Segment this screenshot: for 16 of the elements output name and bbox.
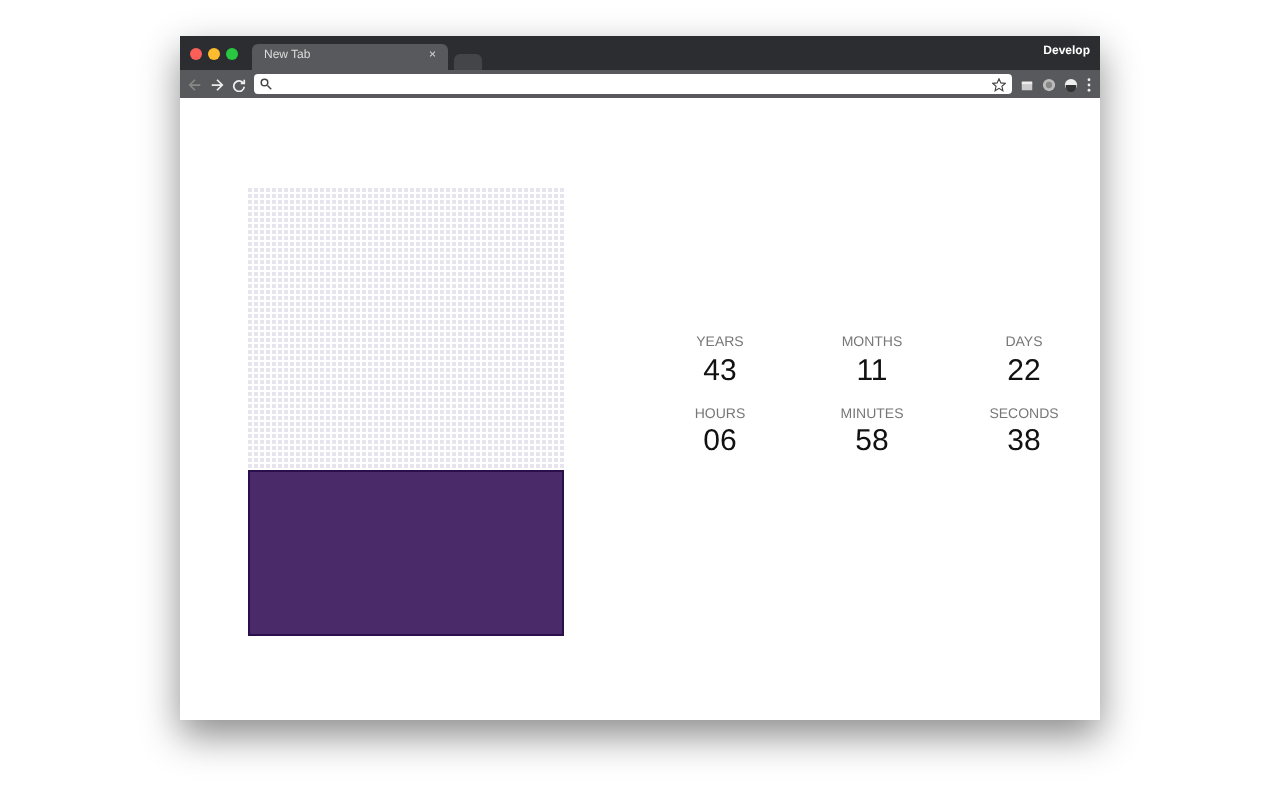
- profile-icon[interactable]: [1064, 77, 1078, 91]
- time-value: 58: [853, 426, 891, 456]
- time-value: 11: [854, 355, 890, 385]
- time-value: 38: [1005, 426, 1043, 456]
- forward-icon[interactable]: [210, 77, 224, 91]
- time-value: 22: [1005, 355, 1043, 385]
- search-icon: [260, 78, 272, 90]
- time-value: 06: [701, 426, 739, 456]
- menu-icon[interactable]: [1086, 77, 1092, 91]
- minimize-window-icon[interactable]: [208, 47, 220, 59]
- time-value: 43: [701, 355, 739, 385]
- star-icon[interactable]: [992, 77, 1006, 91]
- maximize-window-icon[interactable]: [226, 47, 238, 59]
- extension-icon[interactable]: [1042, 77, 1056, 91]
- reload-icon[interactable]: [232, 77, 246, 91]
- close-window-icon[interactable]: [190, 47, 202, 59]
